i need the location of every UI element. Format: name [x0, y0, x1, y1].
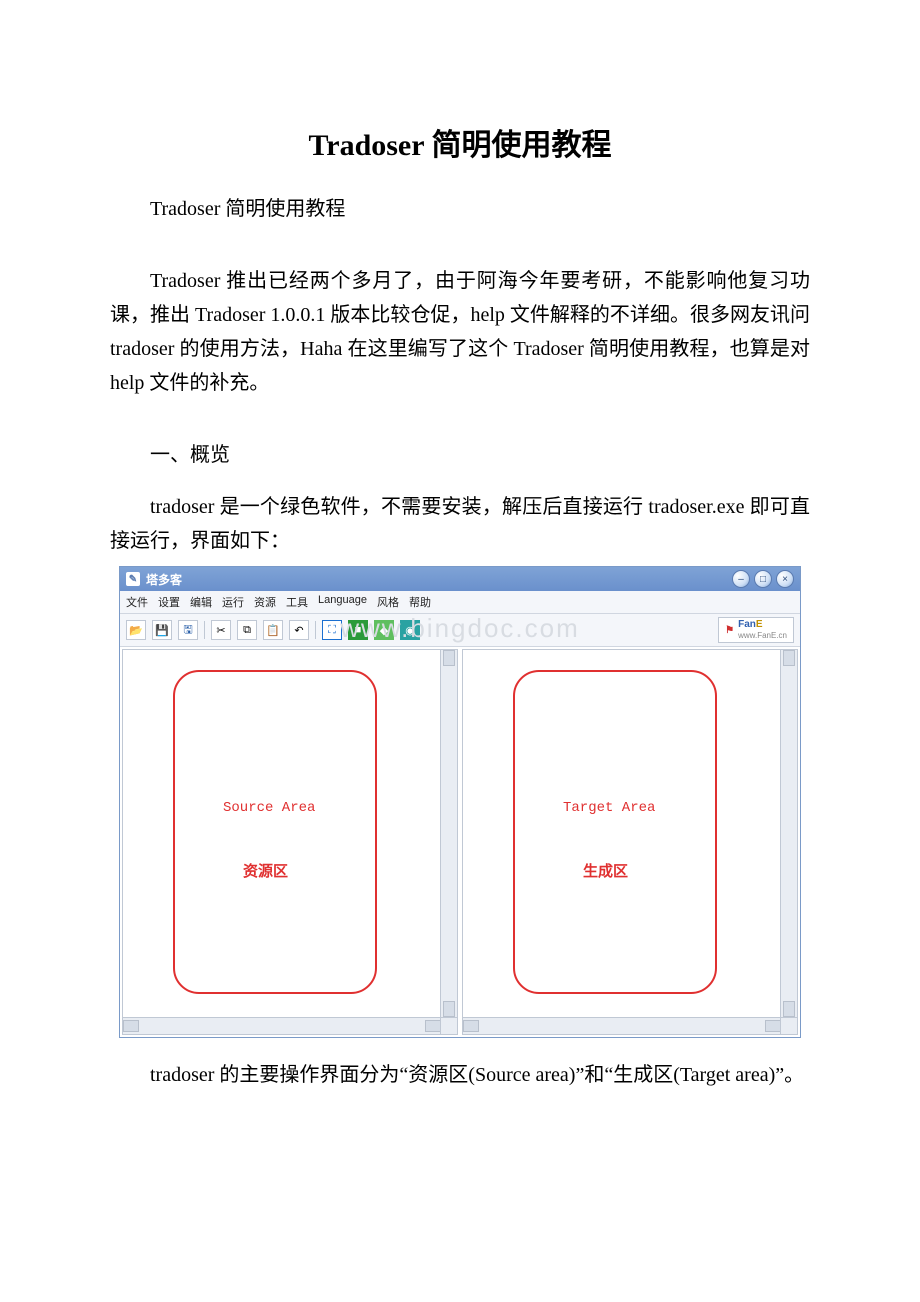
- doc-title: Tradoser 简明使用教程: [110, 120, 810, 164]
- app-screenshot: www.bingdoc.com ✎ 塔多客 – □ × 文件 设置 编辑 运行 …: [119, 566, 801, 1038]
- menu-style[interactable]: 风格: [377, 594, 399, 610]
- titlebar: ✎ 塔多客 – □ ×: [120, 567, 800, 591]
- target-vertical-scrollbar[interactable]: [780, 650, 797, 1017]
- section-heading-1: 一、概览: [110, 438, 810, 472]
- paragraph-overview: tradoser 是一个绿色软件，不需要安装，解压后直接运行 tradoser.…: [110, 490, 810, 558]
- target-pane[interactable]: Target Area 生成区: [462, 649, 798, 1035]
- undo-icon[interactable]: ↶: [289, 620, 309, 640]
- logo-text-fan: Fan: [738, 619, 756, 630]
- menu-help[interactable]: 帮助: [409, 594, 431, 610]
- paragraph-intro: Tradoser 推出已经两个多月了，由于阿海今年要考研，不能影响他复习功课，推…: [110, 264, 810, 400]
- logo-text-tail: E: [756, 619, 763, 630]
- target-horizontal-scrollbar[interactable]: [463, 1017, 781, 1034]
- target-area-label-en: Target Area: [563, 800, 655, 816]
- source-area-label-en: Source Area: [223, 800, 315, 816]
- titlebar-title: 塔多客: [146, 571, 182, 588]
- marker-icon[interactable]: ◆: [374, 620, 394, 640]
- menu-resource[interactable]: 资源: [254, 594, 276, 610]
- menu-language[interactable]: Language: [318, 594, 367, 610]
- target-area-outline: [513, 670, 717, 994]
- cut-icon[interactable]: ✂: [211, 620, 231, 640]
- source-area-label-cn: 资源区: [243, 860, 288, 881]
- doc-subtitle: Tradoser 简明使用教程: [110, 192, 810, 226]
- maximize-button[interactable]: □: [754, 570, 772, 588]
- close-button[interactable]: ×: [776, 570, 794, 588]
- source-horizontal-scrollbar[interactable]: [123, 1017, 441, 1034]
- menu-settings[interactable]: 设置: [158, 594, 180, 610]
- paste-icon[interactable]: 📋: [263, 620, 283, 640]
- menu-file[interactable]: 文件: [126, 594, 148, 610]
- refresh-icon[interactable]: ◉: [400, 620, 420, 640]
- menu-tools[interactable]: 工具: [286, 594, 308, 610]
- open-icon[interactable]: 📂: [126, 620, 146, 640]
- run-icon[interactable]: ■: [348, 620, 368, 640]
- target-area-label-cn: 生成区: [583, 860, 628, 881]
- menu-edit[interactable]: 编辑: [190, 594, 212, 610]
- app-icon: ✎: [126, 572, 140, 586]
- logo-url: www.FanE.cn: [738, 631, 787, 640]
- menubar: 文件 设置 编辑 运行 资源 工具 Language 风格 帮助: [120, 591, 800, 614]
- expand-icon[interactable]: ⛶: [322, 620, 342, 640]
- source-vertical-scrollbar[interactable]: [440, 650, 457, 1017]
- target-scroll-corner: [780, 1017, 797, 1034]
- paragraph-areas: tradoser 的主要操作界面分为“资源区(Source area)”和“生成…: [110, 1058, 810, 1092]
- source-pane[interactable]: Source Area 资源区: [122, 649, 458, 1035]
- source-area-outline: [173, 670, 377, 994]
- brand-logo: ⚑ FanE www.FanE.cn: [718, 617, 794, 643]
- toolbar: 📂 💾 🖫 ✂ ⧉ 📋 ↶ ⛶ ■ ◆ ◉ ⚑ FanE www.FanE.cn: [120, 614, 800, 647]
- menu-run[interactable]: 运行: [222, 594, 244, 610]
- copy-icon[interactable]: ⧉: [237, 620, 257, 640]
- save-icon[interactable]: 💾: [152, 620, 172, 640]
- logo-flag-icon: ⚑: [725, 625, 734, 636]
- save2-icon[interactable]: 🖫: [178, 620, 198, 640]
- source-scroll-corner: [440, 1017, 457, 1034]
- minimize-button[interactable]: –: [732, 570, 750, 588]
